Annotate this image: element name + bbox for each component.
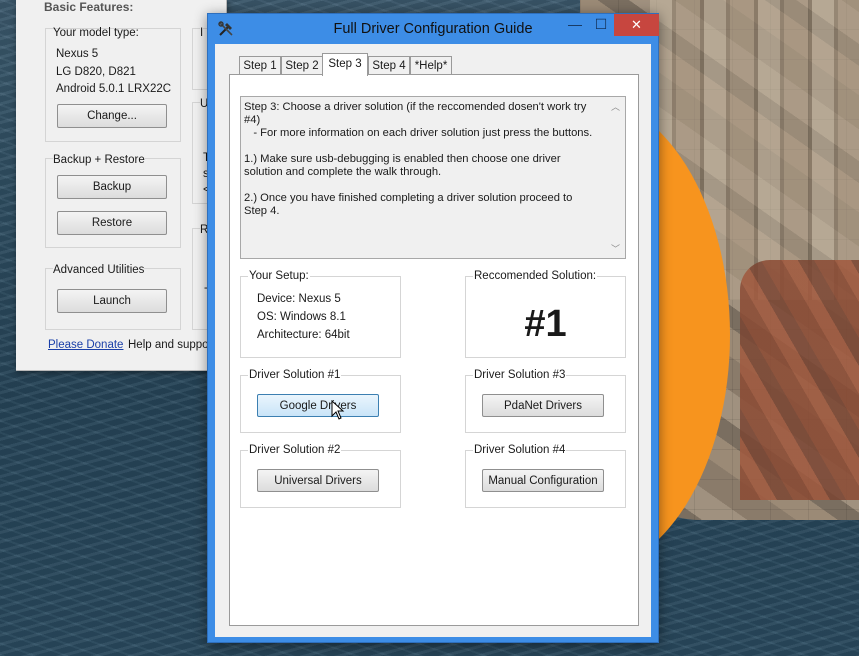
tab-step-4[interactable]: Step 4 bbox=[368, 56, 410, 75]
universal-drivers-button[interactable]: Universal Drivers bbox=[257, 469, 379, 492]
instruction-line-3: 1.) Make sure usb-debugging is enabled t… bbox=[244, 153, 561, 178]
driver-solution-3-group: Driver Solution #3 PdaNet Drivers bbox=[465, 369, 626, 433]
launch-button[interactable]: Launch bbox=[57, 289, 167, 313]
tab-help[interactable]: *Help* bbox=[410, 56, 452, 75]
partial-glyph-1: I bbox=[200, 27, 204, 39]
instruction-line-2: - For more information on each driver so… bbox=[244, 127, 593, 139]
donate-link[interactable]: Please Donate bbox=[48, 339, 123, 351]
instruction-line-1: Step 3: Choose a driver solution (if the… bbox=[244, 101, 587, 126]
setup-architecture: Architecture: 64bit bbox=[257, 329, 350, 341]
backup-restore-label: Backup + Restore bbox=[53, 154, 145, 166]
backup-button[interactable]: Backup bbox=[57, 175, 167, 199]
your-setup-group: Your Setup: Device: Nexus 5 OS: Windows … bbox=[240, 270, 401, 358]
tab-step-2[interactable]: Step 2 bbox=[281, 56, 323, 75]
driver-solution-4-label: Driver Solution #4 bbox=[473, 444, 567, 456]
driver-solution-1-label: Driver Solution #1 bbox=[248, 369, 342, 381]
maximize-button[interactable]: ☐ bbox=[589, 14, 613, 36]
restore-button[interactable]: Restore bbox=[57, 211, 167, 235]
pdanet-drivers-button[interactable]: PdaNet Drivers bbox=[482, 394, 604, 417]
model-line-1: Nexus 5 bbox=[56, 48, 99, 60]
step-3-tab-page: Step 3: Choose a driver solution (if the… bbox=[229, 74, 639, 626]
instructions-textbox[interactable]: Step 3: Choose a driver solution (if the… bbox=[240, 96, 626, 259]
setup-device: Device: Nexus 5 bbox=[257, 293, 341, 305]
tab-step-1[interactable]: Step 1 bbox=[239, 56, 281, 75]
dialog-title-bar[interactable]: Full Driver Configuration Guide — ☐ ✕ bbox=[208, 14, 659, 44]
change-model-button[interactable]: Change... bbox=[57, 104, 167, 128]
model-line-2: LG D820, D821 bbox=[56, 66, 136, 78]
driver-config-dialog: Full Driver Configuration Guide — ☐ ✕ St… bbox=[207, 13, 659, 643]
recommended-solution-group: Reccomended Solution: #1 bbox=[465, 270, 626, 358]
your-setup-label: Your Setup: bbox=[248, 270, 310, 282]
land-red-soil bbox=[740, 260, 859, 500]
setup-os: OS: Windows 8.1 bbox=[257, 311, 346, 323]
advanced-utilities-label: Advanced Utilities bbox=[53, 264, 145, 276]
manual-configuration-button[interactable]: Manual Configuration bbox=[482, 469, 604, 492]
basic-features-heading: Basic Features: bbox=[44, 0, 134, 14]
google-drivers-button[interactable]: Google Drivers bbox=[257, 394, 379, 417]
driver-solution-3-label: Driver Solution #3 bbox=[473, 369, 567, 381]
driver-solution-2-group: Driver Solution #2 Universal Drivers bbox=[240, 444, 401, 508]
help-support-text: Help and support bbox=[128, 339, 216, 351]
model-type-label: Your model type: bbox=[53, 27, 139, 39]
tab-step-3[interactable]: Step 3 bbox=[322, 53, 368, 76]
scroll-down-icon[interactable]: ﹀ bbox=[611, 242, 620, 255]
close-button[interactable]: ✕ bbox=[614, 14, 659, 36]
driver-solution-4-group: Driver Solution #4 Manual Configuration bbox=[465, 444, 626, 508]
scroll-up-icon[interactable]: ︿ bbox=[611, 100, 620, 113]
background-app-window: Basic Features: Your model type: Nexus 5… bbox=[16, 0, 234, 371]
driver-solution-2-label: Driver Solution #2 bbox=[248, 444, 342, 456]
minimize-button[interactable]: — bbox=[563, 14, 587, 36]
mouse-cursor-icon bbox=[331, 400, 345, 420]
recommended-solution-label: Reccomended Solution: bbox=[473, 270, 598, 282]
model-line-3: Android 5.0.1 LRX22C bbox=[56, 83, 172, 95]
dialog-client-area: Step 1 Step 2 Step 3 Step 4 *Help* Step … bbox=[215, 44, 651, 637]
instruction-line-4: 2.) Once you have finished completing a … bbox=[244, 192, 573, 217]
instructions-scrollbar[interactable]: ︿ ﹀ bbox=[608, 97, 625, 258]
recommended-solution-value: #1 bbox=[524, 303, 567, 345]
driver-solution-1-group: Driver Solution #1 Google Drivers bbox=[240, 369, 401, 433]
